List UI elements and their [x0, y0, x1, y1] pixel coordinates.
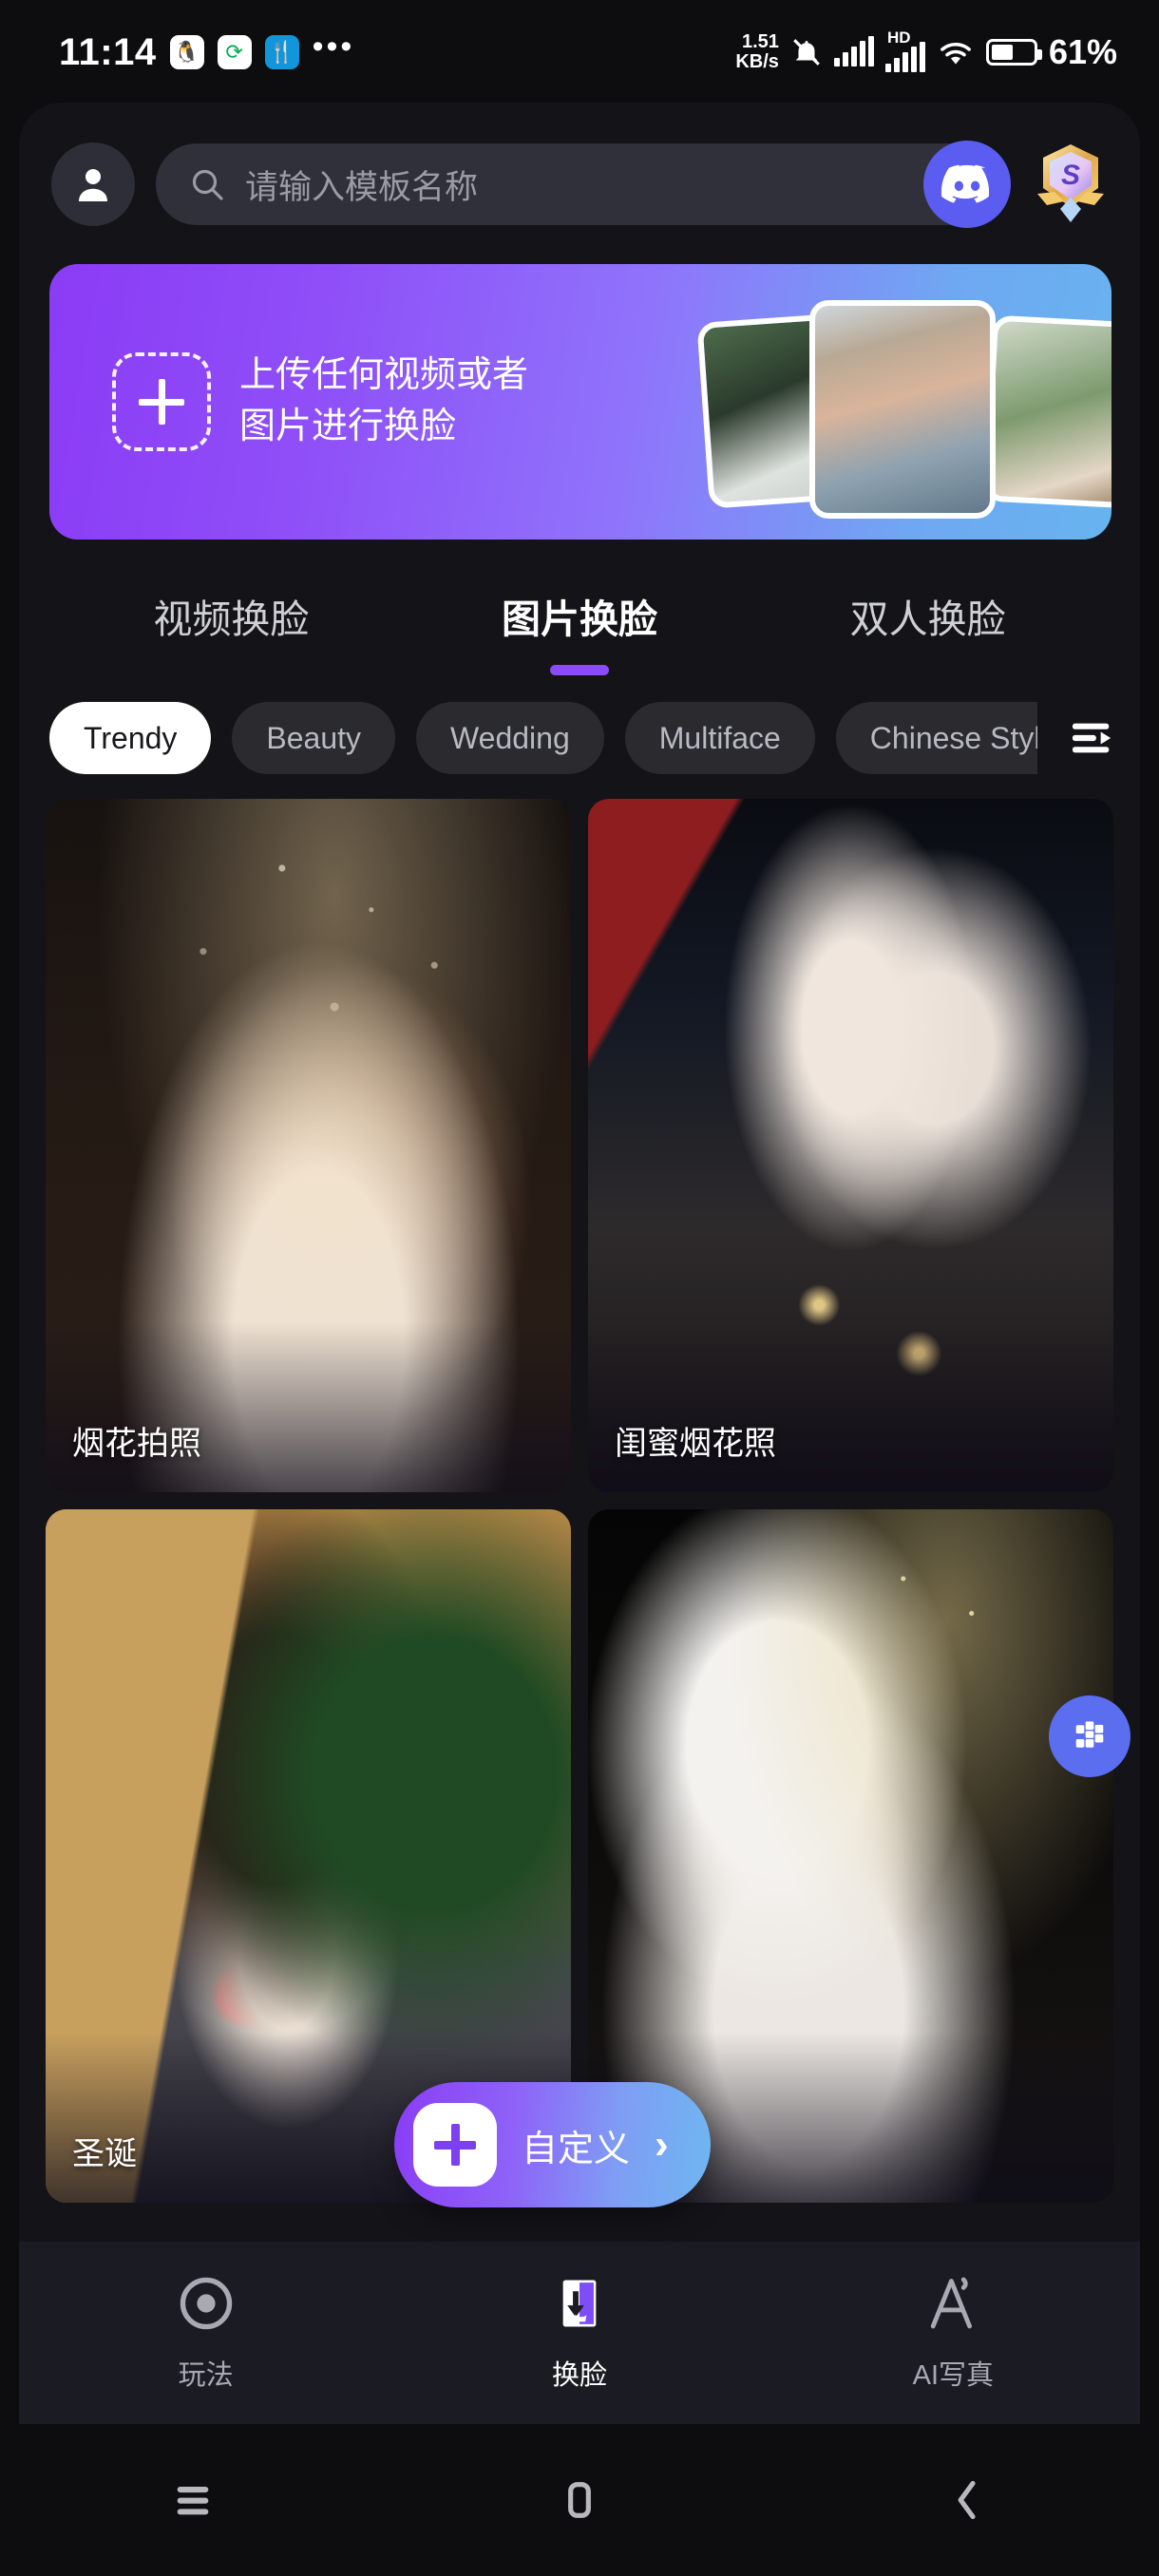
template-card[interactable]: 闺蜜烟花照 — [588, 799, 1113, 1492]
network-speed-value: 1.51 — [742, 31, 779, 52]
tab-label: 双人换脸 — [849, 597, 1006, 641]
chip-wedding[interactable]: Wedding — [416, 702, 604, 774]
network-speed: 1.51 KB/s — [735, 32, 779, 72]
template-name: 闺蜜烟花照 — [615, 1426, 776, 1462]
chevron-right-icon: › — [655, 2121, 669, 2168]
card-gradient-overlay — [588, 1321, 1113, 1492]
bottom-nav-item-ai-portrait[interactable]: AI写真 — [767, 2273, 1140, 2393]
recents-menu-icon — [177, 2487, 209, 2515]
user-avatar-icon — [79, 169, 107, 201]
plus-icon — [413, 2103, 497, 2187]
card-gradient-overlay — [46, 1321, 571, 1492]
bottom-nav-label: 玩法 — [178, 2360, 234, 2391]
cube-3d-icon — [1075, 1721, 1104, 1748]
custom-button-label: 自定义 — [522, 2129, 631, 2169]
category-chips-row: Trendy Beauty Wedding Multiface Chinese … — [19, 702, 1140, 774]
discord-icon — [940, 164, 990, 203]
svg-text:S: S — [1061, 160, 1080, 191]
back-chevron-icon — [958, 2480, 976, 2520]
custom-button[interactable]: 自定义 › — [394, 2082, 711, 2207]
network-speed-unit: KB/s — [735, 51, 779, 72]
wifi-icon — [940, 42, 971, 65]
filter-list-icon — [1072, 723, 1112, 753]
status-overflow-icon: ••• — [312, 28, 355, 65]
home-square-icon — [568, 2482, 591, 2518]
status-bar-right: 1.51 KB/s HD 61% — [735, 28, 1117, 72]
android-nav-bar — [0, 2424, 1159, 2576]
tab-label: 视频换脸 — [153, 597, 310, 641]
category-chips[interactable]: Trendy Beauty Wedding Multiface Chinese … — [49, 702, 1037, 774]
chip-chinese-style[interactable]: Chinese Style — [835, 702, 1037, 774]
app-container: 请输入模板名称 S 上传任何视频或者图片进行换脸 视频换脸 图片换脸 双人换脸 … — [19, 103, 1140, 2287]
search-input[interactable]: 请输入模板名称 — [156, 143, 992, 225]
app-header: 请输入模板名称 S — [19, 103, 1140, 230]
upload-banner[interactable]: 上传任何视频或者图片进行换脸 — [49, 264, 1112, 540]
chip-trendy[interactable]: Trendy — [49, 702, 212, 774]
mode-tabs: 视频换脸 图片换脸 双人换脸 — [19, 587, 1140, 675]
template-grid: 烟花拍照 闺蜜烟花照 圣诞 — [19, 774, 1140, 2203]
banner-thumbnails — [696, 293, 1112, 519]
bottom-nav-label: 换脸 — [551, 2360, 607, 2391]
bottom-nav-item-gameplay[interactable]: 玩法 — [19, 2273, 392, 2393]
filter-button[interactable] — [1058, 716, 1140, 760]
level-badge-icon: S — [1037, 144, 1104, 222]
battery-percent: 61% — [1048, 32, 1117, 71]
thumb-right — [982, 314, 1112, 510]
tab-duo-faceswap[interactable]: 双人换脸 — [753, 587, 1102, 675]
ai-portrait-icon — [931, 2277, 973, 2329]
battery-icon — [985, 39, 1042, 66]
bt-icon-wrap — [549, 2273, 610, 2334]
bottom-nav: 玩法 换脸 AI写真 — [19, 2242, 1140, 2424]
tab-video-faceswap[interactable]: 视频换脸 — [57, 587, 406, 675]
chip-beauty[interactable]: Beauty — [232, 702, 396, 774]
status-time: 11:14 — [59, 30, 157, 73]
phone-screen: 11:14 🐧 ⟳ 🍴 ••• 1.51 KB/s HD 61% 请输入模板名称… — [0, 0, 1159, 2576]
search-icon — [192, 169, 223, 200]
face-swap-icon — [562, 2280, 597, 2327]
status-bar-left: 11:14 🐧 ⟳ 🍴 ••• — [59, 28, 355, 74]
template-name: 圣诞 — [72, 2136, 137, 2172]
home-button[interactable] — [504, 2453, 656, 2548]
qq-icon: 🐧 — [169, 35, 204, 69]
bell-muted-icon — [793, 39, 820, 66]
search-placeholder-text: 请输入模板名称 — [245, 168, 479, 206]
avatar[interactable] — [51, 142, 135, 226]
back-button[interactable] — [890, 2453, 1042, 2548]
thumb-center — [809, 300, 996, 519]
hd-label: HD — [886, 28, 911, 47]
template-name: 烟花拍照 — [72, 1426, 201, 1462]
tab-label: 图片换脸 — [502, 597, 657, 641]
discord-button[interactable] — [923, 141, 1011, 228]
hd-signal-bars-icon: HD — [884, 28, 925, 72]
status-bar: 11:14 🐧 ⟳ 🍴 ••• 1.51 KB/s HD 61% — [0, 0, 1159, 104]
recents-button[interactable] — [117, 2453, 269, 2548]
record-circle-icon — [180, 2277, 232, 2330]
chip-multiface[interactable]: Multiface — [624, 702, 815, 774]
bt-icon-wrap — [176, 2273, 237, 2334]
cube-3d-button[interactable] — [1049, 1695, 1130, 1777]
tab-photo-faceswap[interactable]: 图片换脸 — [406, 587, 754, 675]
signal-bars-icon — [833, 36, 874, 66]
android-app-icon: 🍴 — [264, 35, 299, 69]
banner-text: 上传任何视频或者图片进行换脸 — [239, 355, 529, 446]
bottom-nav-label: AI写真 — [912, 2360, 995, 2391]
bottom-nav-item-faceswap[interactable]: 换脸 — [392, 2273, 766, 2393]
level-badge[interactable]: S — [1032, 139, 1110, 230]
template-card[interactable]: 烟花拍照 — [46, 799, 571, 1492]
bt-icon-wrap — [922, 2273, 983, 2334]
wechat-sync-icon: ⟳ — [217, 35, 252, 69]
plus-dashed-box-icon[interactable] — [112, 352, 211, 451]
tab-underline — [550, 665, 609, 675]
